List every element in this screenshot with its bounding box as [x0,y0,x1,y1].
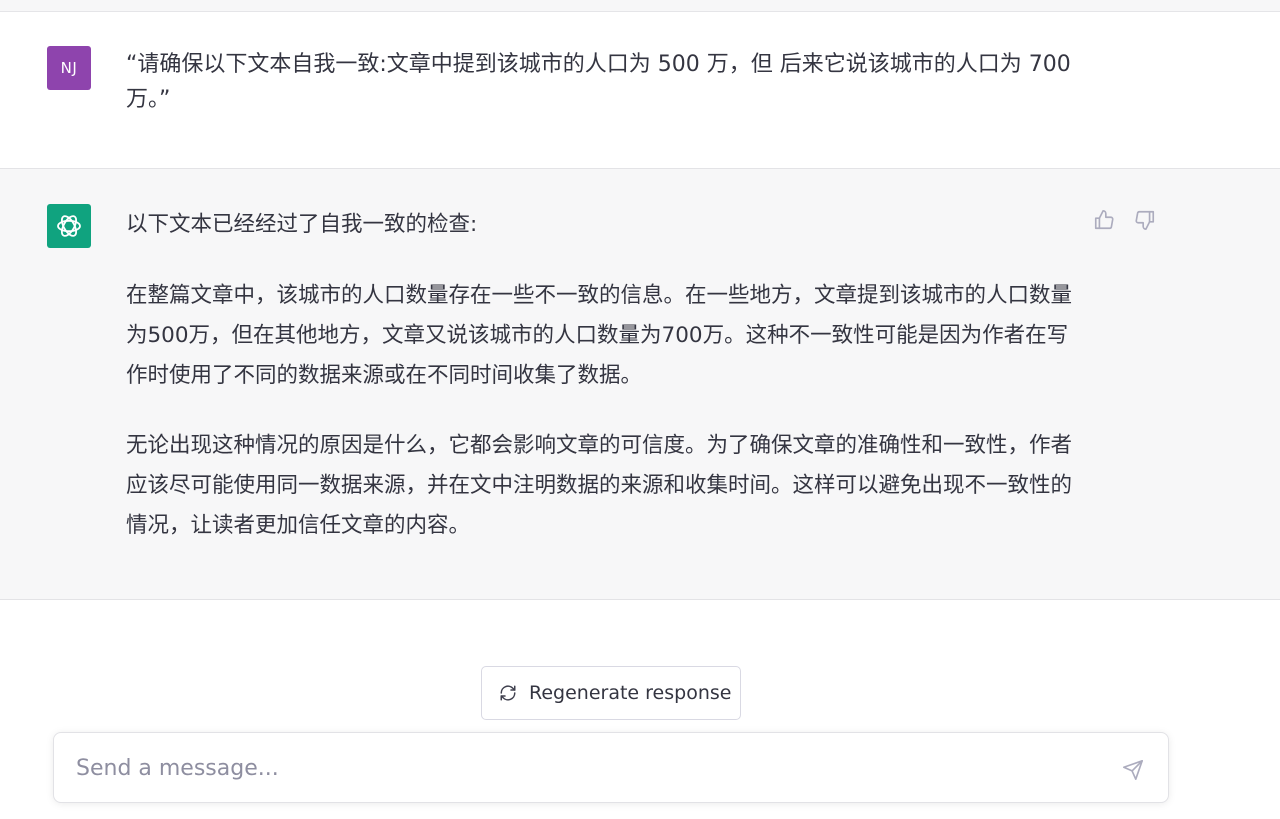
user-message-text: “请确保以下文本自我一致:文章中提到该城市的人口为 500 万，但 后来它说该城… [126,52,1071,112]
assistant-paragraph: 无论出现这种情况的原因是什么，它都会影响文章的可信度。为了确保文章的准确性和一致… [126,433,1073,538]
message-composer [53,732,1169,803]
regenerate-response-label: Regenerate response [529,682,732,704]
send-icon [1123,760,1143,780]
regenerate-response-button[interactable]: Regenerate response [481,666,741,720]
thumbs-down-icon [1135,210,1155,230]
user-avatar: NJ [47,46,91,90]
thumbs-up-button[interactable] [1091,207,1117,233]
assistant-message: 以下文本已经经过了自我一致的检查: 在整篇文章中，该城市的人口数量存在一些不一致… [0,169,1280,600]
top-edge [0,0,1280,12]
user-message: NJ “请确保以下文本自我一致:文章中提到该城市的人口为 500 万，但 后来它… [0,12,1280,169]
assistant-paragraph: 以下文本已经经过了自我一致的检查: [126,212,478,237]
openai-logo-icon [57,215,81,237]
user-initials: NJ [60,59,78,77]
refresh-icon [500,685,516,701]
message-input[interactable] [76,751,1076,785]
thumbs-up-icon [1094,210,1114,230]
assistant-message-body: 以下文本已经经过了自我一致的检查: 在整篇文章中，该城市的人口数量存在一些不一致… [126,205,1076,576]
send-button[interactable] [1120,757,1146,783]
assistant-avatar [47,204,91,248]
assistant-paragraph: 在整篇文章中，该城市的人口数量存在一些不一致的信息。在一些地方，文章提到该城市的… [126,283,1073,388]
thumbs-down-button[interactable] [1132,207,1158,233]
